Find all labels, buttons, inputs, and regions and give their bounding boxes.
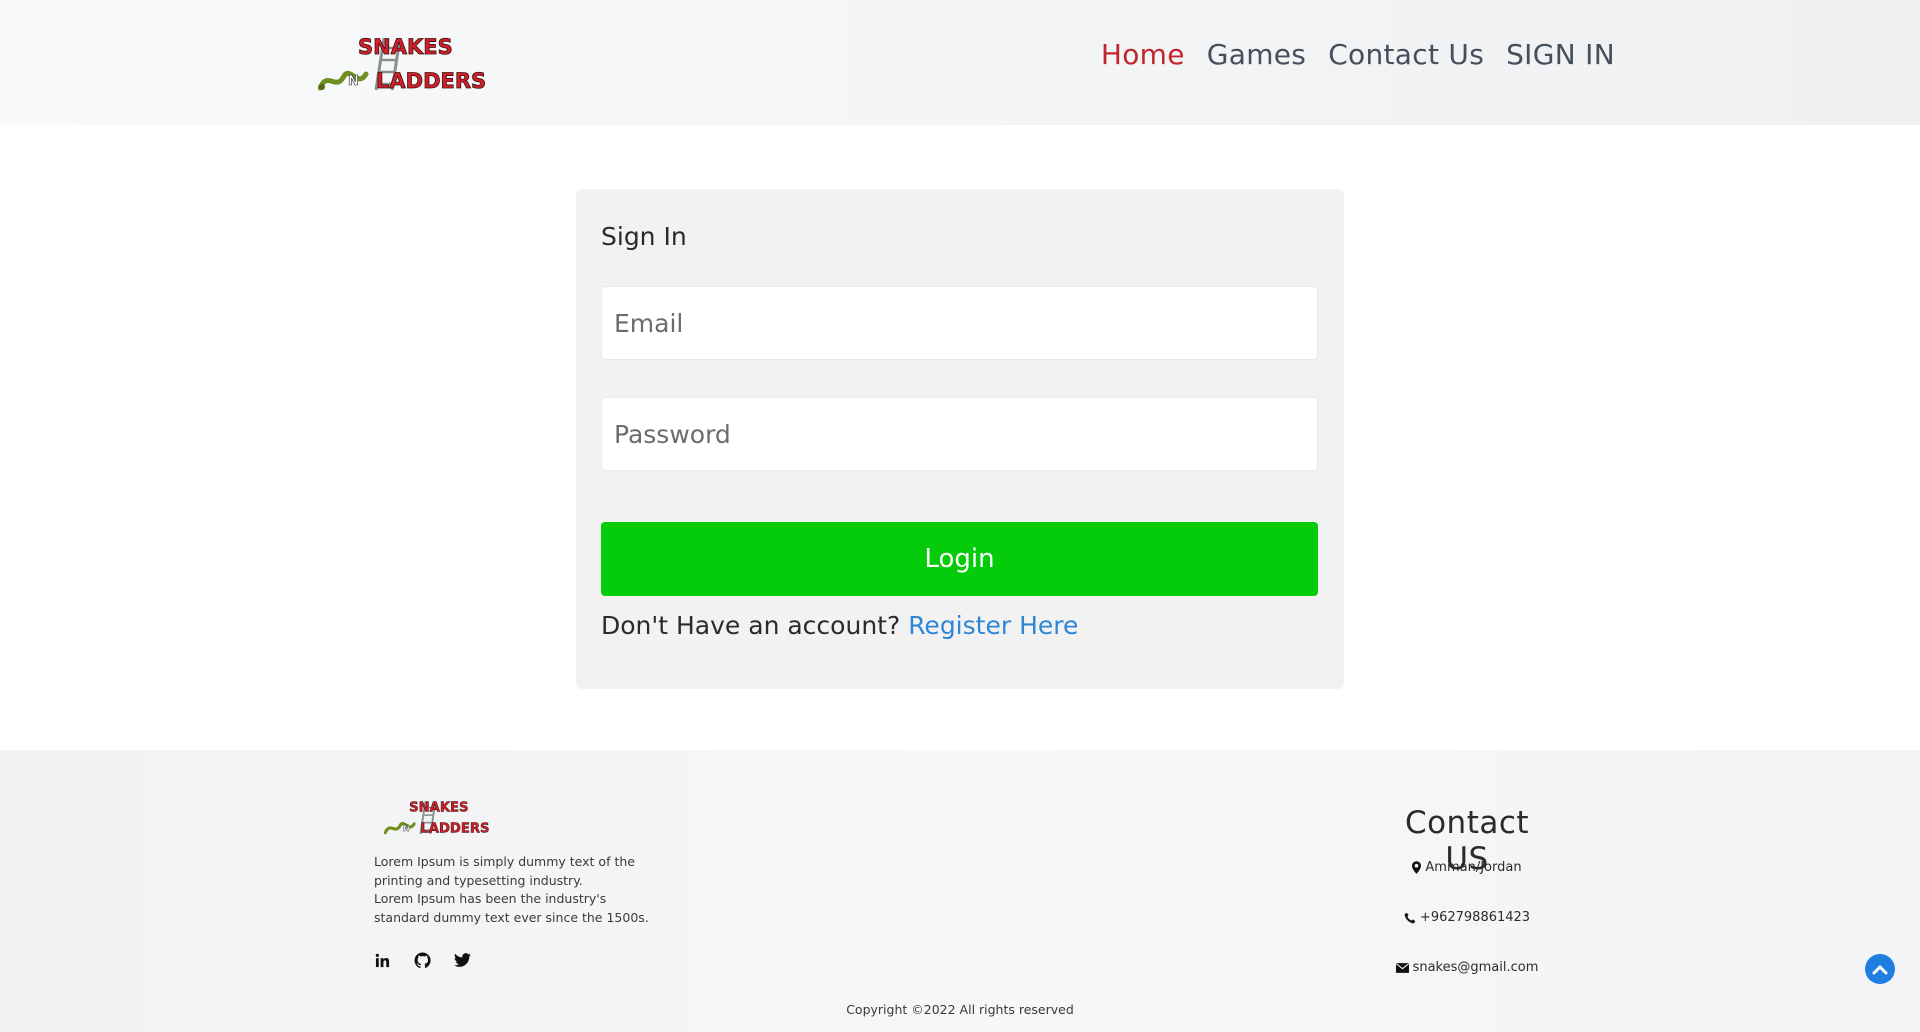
footer-description-line2: Lorem Ipsum has been the industry's stan… bbox=[374, 891, 649, 925]
nav-home[interactable]: Home bbox=[1101, 38, 1185, 71]
github-icon[interactable] bbox=[412, 950, 432, 970]
contact-phone: +962798861423 bbox=[1360, 910, 1574, 925]
svg-text:SNAKES: SNAKES bbox=[409, 800, 468, 815]
twitter-icon[interactable] bbox=[452, 950, 472, 970]
contact-email: snakes@gmail.com bbox=[1360, 960, 1574, 975]
copyright: Copyright ©2022 All rights reserved bbox=[846, 1002, 1074, 1017]
svg-text:SNAKES: SNAKES bbox=[358, 35, 453, 59]
contact-location: Amman/Jordan bbox=[1360, 860, 1574, 875]
contact-phone-text[interactable]: +962798861423 bbox=[1420, 910, 1530, 925]
register-link[interactable]: Register Here bbox=[908, 611, 1078, 640]
svg-text:N: N bbox=[403, 823, 410, 833]
svg-text:LADDERS: LADDERS bbox=[376, 69, 486, 93]
linkedin-icon[interactable] bbox=[372, 950, 392, 970]
register-prompt: Don't Have an account? Register Here bbox=[601, 611, 1078, 640]
login-button[interactable]: Login bbox=[601, 522, 1318, 596]
svg-text:LADDERS: LADDERS bbox=[420, 822, 489, 837]
nav-contact-us[interactable]: Contact Us bbox=[1328, 38, 1484, 71]
sign-in-title: Sign In bbox=[601, 222, 687, 251]
site-header: SNAKES N LADDERS Home Games Contact Us S… bbox=[0, 0, 1920, 125]
chevron-up-icon bbox=[1872, 965, 1888, 975]
footer-description-line1: Lorem Ipsum is simply dummy text of the … bbox=[374, 854, 635, 888]
contact-location-text: Amman/Jordan bbox=[1425, 860, 1522, 875]
register-prompt-text: Don't Have an account? bbox=[601, 611, 901, 640]
contact-email-text[interactable]: snakes@gmail.com bbox=[1413, 960, 1539, 975]
sign-in-card: Sign In Login Don't Have an account? Reg… bbox=[576, 189, 1344, 689]
footer-description: Lorem Ipsum is simply dummy text of the … bbox=[374, 853, 664, 927]
nav-sign-in[interactable]: SIGN IN bbox=[1506, 38, 1615, 71]
svg-text:N: N bbox=[348, 74, 359, 89]
email-field[interactable] bbox=[601, 286, 1318, 360]
password-field[interactable] bbox=[601, 397, 1318, 471]
map-pin-icon bbox=[1412, 861, 1422, 874]
scroll-to-top-button[interactable] bbox=[1865, 954, 1895, 984]
site-footer: SNAKES N LADDERS Lorem Ipsum is simply d… bbox=[0, 750, 1920, 1032]
snakes-n-ladders-logo[interactable]: SNAKES N LADDERS bbox=[318, 30, 490, 96]
social-links bbox=[372, 950, 472, 970]
main-nav: Home Games Contact Us SIGN IN bbox=[1101, 38, 1615, 71]
footer-logo: SNAKES N LADDERS bbox=[384, 800, 490, 837]
envelope-icon bbox=[1395, 962, 1409, 973]
phone-icon bbox=[1404, 912, 1416, 923]
nav-games[interactable]: Games bbox=[1207, 38, 1306, 71]
